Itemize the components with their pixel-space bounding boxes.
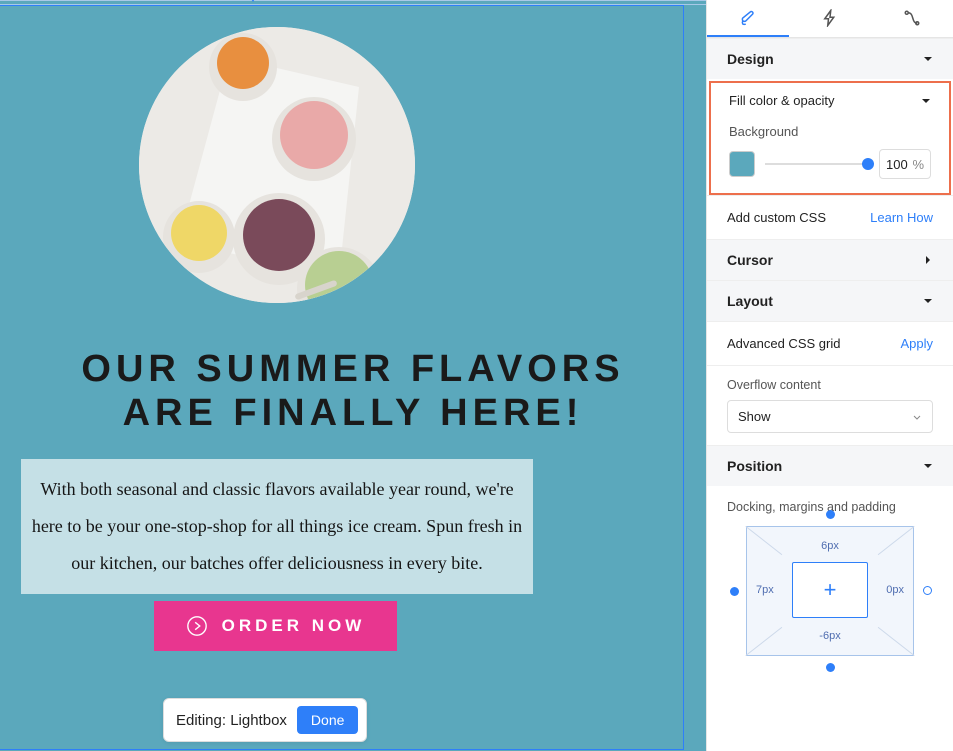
section-position[interactable]: Position [707,445,953,486]
dock-handle-bottom[interactable] [826,663,835,672]
order-button-label: ORDER NOW [222,616,366,636]
chevron-down-icon [923,461,933,471]
dock-handle-right[interactable] [923,586,932,595]
ruler-line [0,0,706,5]
fill-opacity-section: Fill color & opacity Background 100 % [709,81,951,195]
chevron-down-icon [923,54,933,64]
docking-diagram[interactable]: 6px 0px -6px 7px + [746,526,914,656]
apply-link[interactable]: Apply [900,336,933,351]
tab-design[interactable] [707,0,789,37]
opacity-input[interactable]: 100 % [879,149,931,179]
overflow-value: Show [738,409,771,424]
tab-interactions[interactable] [789,0,871,37]
inspector-panel: Design Fill color & opacity Background 1… [706,0,953,751]
fill-opacity-header[interactable]: Fill color & opacity [711,83,949,118]
overflow-select[interactable]: Show [727,400,933,433]
body-text[interactable]: With both seasonal and classic flavors a… [21,459,533,594]
fill-opacity-title: Fill color & opacity [729,93,834,108]
opacity-value: 100 [886,157,908,172]
overflow-label: Overflow content [727,378,933,392]
editor-canvas[interactable]: OUR SUMMER FLAVORS ARE FINALLY HERE! Wit… [0,0,706,751]
section-design[interactable]: Design [707,38,953,79]
chevron-down-icon [923,296,933,306]
order-now-button[interactable]: ORDER NOW [154,601,397,651]
ruler-marker-icon[interactable] [247,0,259,2]
curve-icon [903,9,921,27]
section-layout-title: Layout [727,293,773,309]
learn-how-link[interactable]: Learn How [870,210,933,225]
background-label: Background [711,118,949,149]
dock-handle-left[interactable] [730,587,739,596]
headline-text[interactable]: OUR SUMMER FLAVORS ARE FINALLY HERE! [0,348,706,435]
tab-settings[interactable] [871,0,953,37]
section-design-title: Design [727,51,774,67]
hero-image[interactable] [139,27,415,303]
custom-css-label: Add custom CSS [727,210,826,225]
dock-handle-top[interactable] [826,510,835,519]
opacity-slider[interactable] [765,162,869,166]
dock-left-value[interactable]: 7px [756,584,774,596]
section-layout[interactable]: Layout [707,280,953,321]
slider-track [765,163,869,165]
overflow-section: Overflow content Show [707,365,953,445]
slider-thumb[interactable] [862,158,874,170]
section-cursor-title: Cursor [727,252,773,268]
done-button[interactable]: Done [297,706,358,734]
section-cursor[interactable]: Cursor [707,239,953,280]
chevron-right-icon [923,255,933,265]
custom-css-row: Add custom CSS Learn How [707,195,953,239]
advanced-grid-label: Advanced CSS grid [727,336,840,351]
dock-bottom-value[interactable]: -6px [746,630,914,642]
editing-status-pill: Editing: Lightbox Done [163,698,367,742]
background-color-swatch[interactable] [729,151,755,177]
arrow-circle-icon [186,615,208,637]
brush-icon [739,9,757,27]
advanced-grid-row: Advanced CSS grid Apply [707,321,953,365]
editing-label: Editing: Lightbox [176,712,287,729]
dock-center-button[interactable]: + [792,562,868,618]
chevron-down-icon [912,412,922,422]
section-position-title: Position [727,458,782,474]
opacity-unit: % [912,157,924,172]
dock-top-value[interactable]: 6px [746,540,914,552]
docking-section: Docking, margins and padding 6px 0px -6p… [707,486,953,670]
panel-tabs [707,0,953,38]
chevron-down-icon [921,96,931,106]
lightning-icon [821,9,839,27]
dock-right-value[interactable]: 0px [886,584,904,596]
